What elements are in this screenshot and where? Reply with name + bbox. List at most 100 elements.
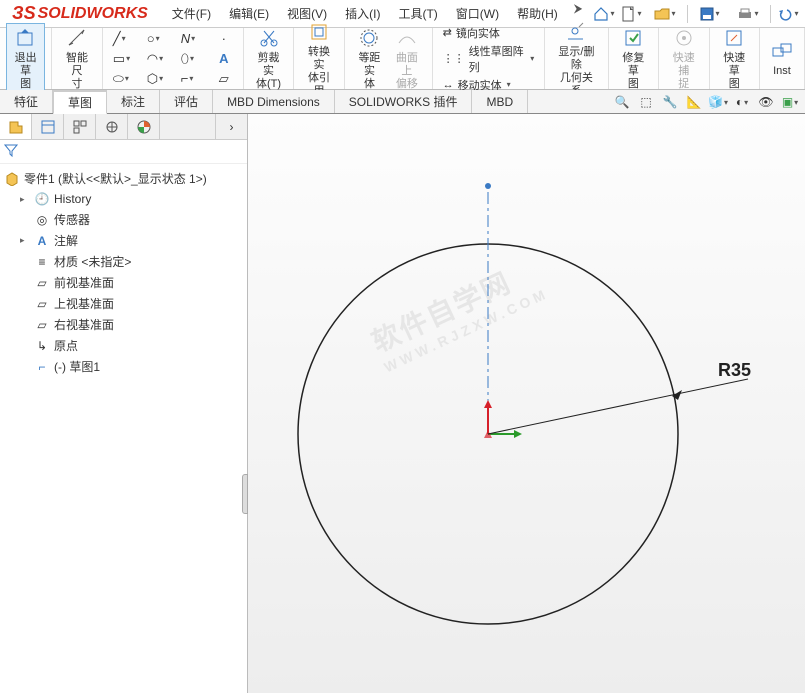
tree-origin[interactable]: ↳原点 (18, 335, 245, 356)
tab-mbd-dimensions[interactable]: MBD Dimensions (213, 90, 335, 113)
home-button[interactable]: ▾ (591, 3, 617, 25)
exit-sketch-icon (14, 26, 38, 50)
brand-text: SOLIDWORKS (38, 5, 148, 23)
print-button[interactable]: ▾ (730, 3, 766, 25)
display-manager-tab[interactable] (128, 114, 160, 139)
tree-annotations[interactable]: ▸A注解 (18, 230, 245, 251)
hide-show-button[interactable]: 👁 (755, 92, 777, 112)
circle-tool[interactable]: ○▾ (145, 30, 175, 48)
ellipse-tool[interactable]: ⬯▾ (179, 50, 209, 68)
trim-icon (257, 26, 281, 50)
centerline-endpoint[interactable] (485, 183, 491, 189)
display-style-button[interactable]: ◐▾ (731, 92, 753, 112)
tree-right-plane[interactable]: ▱右视基准面 (18, 314, 245, 335)
offset-label: 等距实 体 (355, 52, 384, 91)
fillet-tool[interactable]: ⌐▾ (179, 70, 209, 88)
tab-sketch[interactable]: 草图 (53, 90, 107, 114)
feature-manager-panel: › 零件1 (默认<<默认>_显示状态 1>) ▸🕘History ◎传感器 ▸… (0, 114, 248, 693)
tree-sketch1[interactable]: ⌐(-) 草图1 (18, 356, 245, 377)
tab-evaluate[interactable]: 评估 (160, 90, 213, 113)
quick-access-toolbar: ▾ ▾ ▾ ▾ ▾ ▾ (591, 3, 801, 25)
appearance-button[interactable]: ▣▾ (779, 92, 801, 112)
menu-window[interactable]: 窗口(W) (448, 1, 507, 26)
plane-tool[interactable]: ▱ (213, 70, 235, 88)
previous-view-button[interactable]: 🔧 (659, 92, 681, 112)
undo-button[interactable]: ▾ (775, 3, 801, 25)
arc-tool[interactable]: ◠▾ (145, 50, 175, 68)
exit-sketch-label: 退出草 图 (11, 52, 40, 91)
plane-icon: ▱ (34, 317, 50, 333)
tree-history[interactable]: ▸🕘History (18, 189, 245, 209)
open-button[interactable]: ▾ (647, 3, 683, 25)
property-manager-tab[interactable] (32, 114, 64, 139)
menu-edit[interactable]: 编辑(E) (221, 1, 277, 26)
convert-icon (307, 20, 331, 44)
surface-offset-button: 曲面上 偏移 (388, 24, 425, 93)
logo-ds-icon: ЗS (12, 3, 36, 24)
mirror-entities-button[interactable]: ⇄镜向实体 (439, 24, 504, 42)
spline-tool[interactable]: N▾ (179, 30, 209, 48)
repair-icon (621, 26, 645, 50)
panel-expand-button[interactable]: › (215, 114, 247, 139)
feature-manager-tab[interactable] (0, 114, 32, 139)
tree-sensors[interactable]: ◎传感器 (18, 209, 245, 230)
tab-solidworks-addins[interactable]: SOLIDWORKS 插件 (335, 90, 473, 113)
instant-button[interactable]: Inst (766, 37, 798, 80)
instant-label: Inst (773, 65, 791, 78)
polygon-tool[interactable]: ⬡▾ (145, 70, 175, 88)
surface-offset-label: 曲面上 偏移 (392, 52, 421, 91)
tree-filter-row (0, 140, 247, 164)
plane-icon: ▱ (34, 296, 50, 312)
part-icon (4, 171, 20, 187)
rapid-sketch-button[interactable]: 快速草 图 (716, 24, 753, 93)
sketch-canvas: R35 (248, 114, 805, 693)
tree-material[interactable]: ≡材质 <未指定> (18, 251, 245, 272)
tree-top-plane[interactable]: ▱上视基准面 (18, 293, 245, 314)
filter-icon[interactable] (4, 143, 18, 160)
main-content: › 零件1 (默认<<默认>_显示状态 1>) ▸🕘History ◎传感器 ▸… (0, 114, 805, 693)
save-button[interactable]: ▾ (692, 3, 728, 25)
instant-icon (770, 39, 794, 63)
annotations-icon: A (34, 233, 50, 249)
tab-mbd[interactable]: MBD (472, 90, 528, 113)
slot-tool[interactable]: ⬭▾ (111, 70, 141, 88)
graphics-viewport[interactable]: 软件自学网 WWW.RJZXW.COM R35 (248, 114, 805, 693)
trim-entities-button[interactable]: 剪裁实 体(T) (250, 24, 287, 93)
section-view-button[interactable]: 📐 (683, 92, 705, 112)
material-icon: ≡ (34, 254, 50, 270)
menu-file[interactable]: 文件(F) (164, 1, 219, 26)
new-button[interactable]: ▾ (619, 3, 645, 25)
origin-icon: ↳ (34, 338, 50, 354)
view-orientation-button[interactable]: 🧊▾ (707, 92, 729, 112)
sensors-icon: ◎ (34, 212, 50, 228)
text-tool[interactable]: A (213, 50, 235, 68)
repair-label: 修复草 图 (619, 52, 648, 91)
repair-sketch-button[interactable]: 修复草 图 (615, 24, 652, 93)
tree-root-part[interactable]: 零件1 (默认<<默认>_显示状态 1>) (2, 168, 245, 189)
radius-dimension[interactable]: R35 (488, 360, 751, 434)
relations-icon (564, 20, 588, 44)
point-tool[interactable]: · (213, 30, 235, 48)
offset-entities-button[interactable]: 等距实 体 (351, 24, 388, 93)
manager-tabs: › (0, 114, 247, 140)
menu-insert[interactable]: 插入(I) (337, 1, 388, 26)
smart-dimension-button[interactable]: 智能尺 寸 (58, 24, 95, 93)
zoom-fit-button[interactable]: 🔍 (611, 92, 633, 112)
line-tool[interactable]: ╱▾ (111, 30, 141, 48)
rectangle-tool[interactable]: ▭▾ (111, 50, 141, 68)
linear-pattern-button[interactable]: ⋮⋮线性草图阵列▾ (439, 42, 539, 76)
dimxpert-manager-tab[interactable] (96, 114, 128, 139)
display-relations-button[interactable]: 显示/删除 几何关系 (551, 18, 601, 100)
configuration-manager-tab[interactable] (64, 114, 96, 139)
smart-dimension-label: 智能尺 寸 (62, 52, 91, 91)
main-menus: 文件(F) 编辑(E) 视图(V) 插入(I) 工具(T) 窗口(W) 帮助(H… (164, 1, 589, 26)
exit-sketch-button[interactable]: 退出草 图 (6, 23, 45, 94)
ribbon: 退出草 图 智能尺 寸 ╱▾ ▭▾ ⬭▾ ○▾ ◠▾ ⬡▾ N▾ ⬯▾ ⌐▾ ·… (0, 28, 805, 90)
zoom-area-button[interactable]: ⬚ (635, 92, 657, 112)
convert-entities-button[interactable]: 转换实 体引用 (300, 18, 337, 100)
pattern-icon: ⋮⋮ (443, 52, 465, 65)
tree-front-plane[interactable]: ▱前视基准面 (18, 272, 245, 293)
tab-annotate[interactable]: 标注 (107, 90, 160, 113)
tab-features[interactable]: 特征 (0, 90, 53, 113)
menu-tools[interactable]: 工具(T) (390, 1, 445, 26)
